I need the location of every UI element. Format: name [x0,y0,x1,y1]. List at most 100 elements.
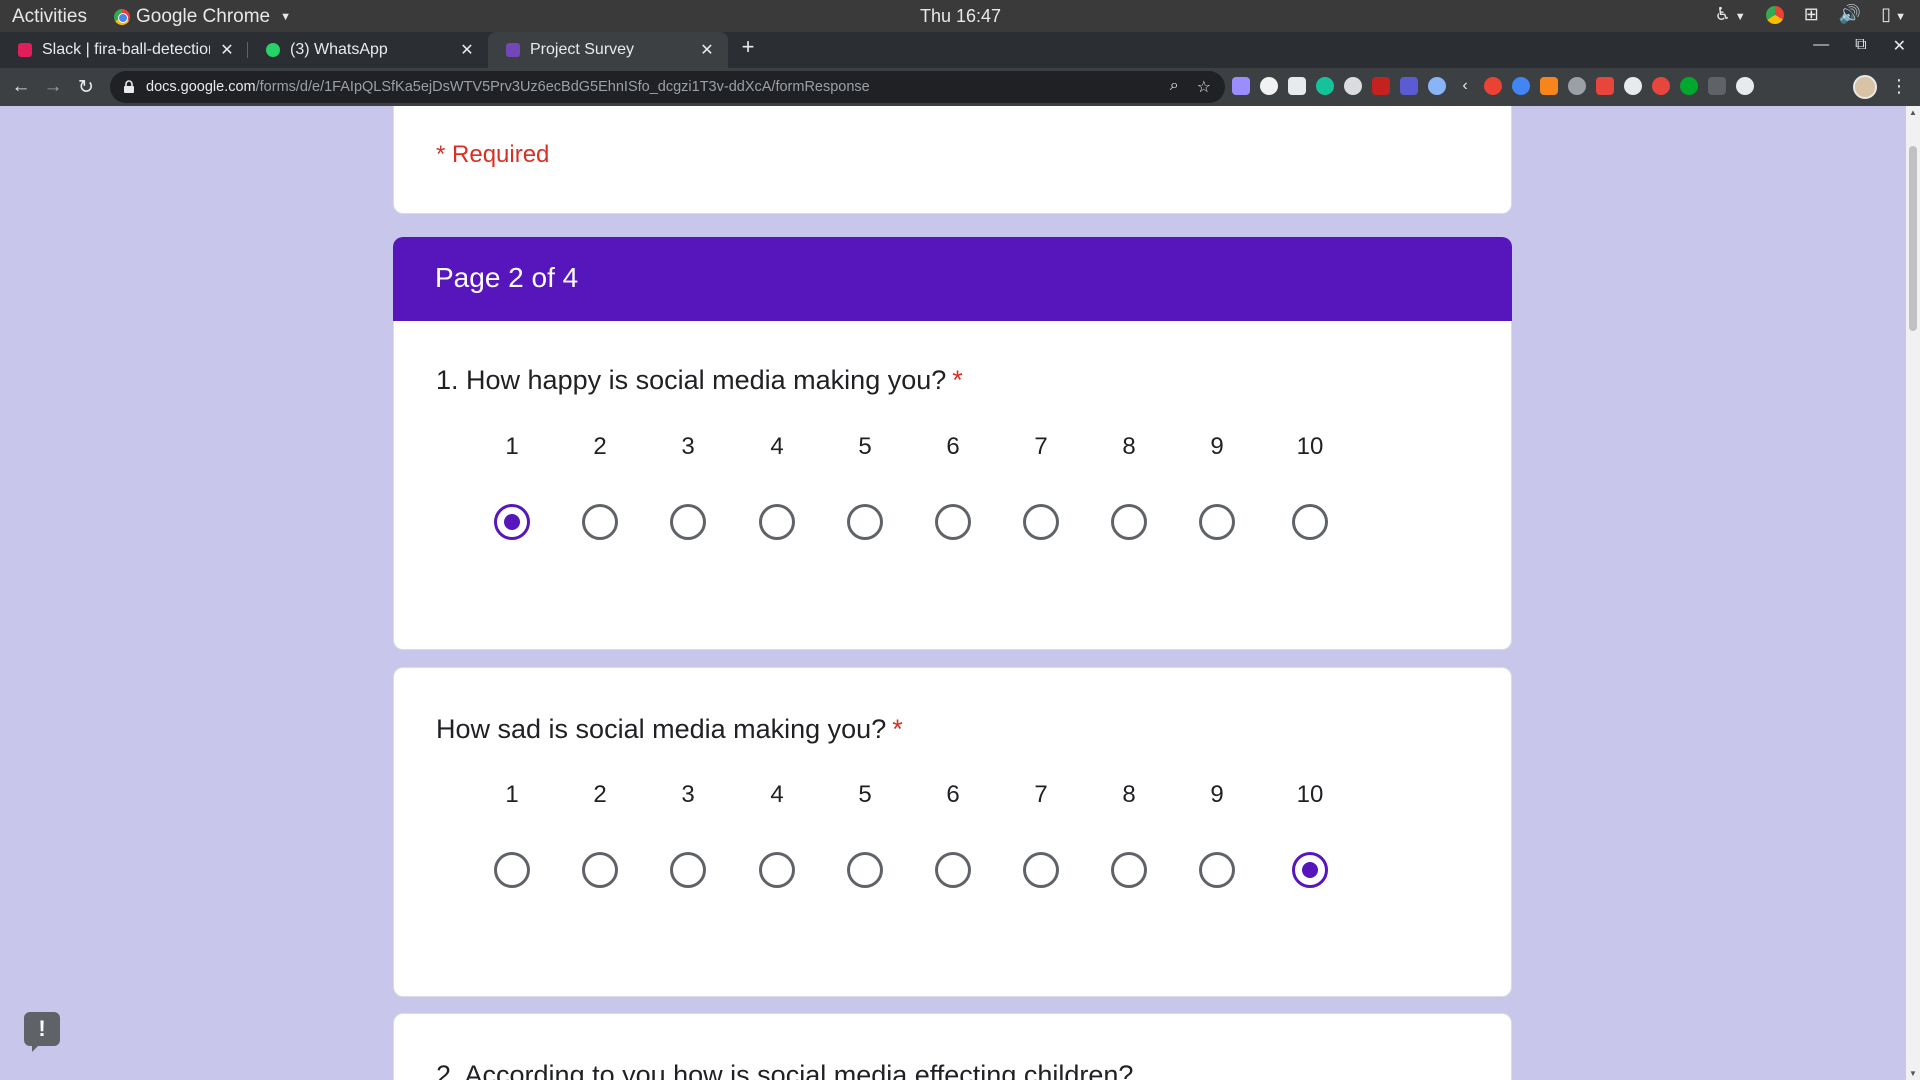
extension-icon[interactable] [1484,77,1502,95]
extension-icon[interactable] [1260,77,1278,95]
evernote-icon[interactable] [1680,77,1698,95]
scale-label: 10 [1296,433,1324,460]
scale-label: 8 [1122,433,1136,460]
extension-icon[interactable] [1512,77,1530,95]
scale-radio-10[interactable] [1292,852,1328,888]
extension-icon[interactable] [1288,77,1306,95]
scale-radio-10[interactable] [1292,504,1328,540]
accessibility-icon[interactable]: ♿ ▼ [1715,4,1746,25]
scale-label: 2 [593,433,607,460]
volume-icon[interactable]: 🔊 [1839,4,1861,25]
scale-radio-1[interactable] [494,852,530,888]
scale-label: 4 [770,433,784,460]
scale-label: 6 [946,433,960,460]
extensions-bar: ‹ [1232,77,1754,95]
scale-radio-8[interactable] [1111,504,1147,540]
scale-radio-5[interactable] [847,504,883,540]
scale-label: 3 [681,781,695,808]
scale-radio-6[interactable] [935,504,971,540]
scrollbar-thumb[interactable] [1909,146,1917,331]
extension-icon[interactable] [1596,77,1614,95]
scale-label: 6 [946,781,960,808]
scale-label: 1 [505,781,519,808]
address-bar[interactable]: docs.google.com/forms/d/e/1FAIpQLSfKa5ej… [110,71,1225,103]
extension-icon[interactable] [1428,77,1446,95]
scale-radio-5[interactable] [847,852,883,888]
extension-icon[interactable] [1708,77,1726,95]
tab-title: (3) WhatsApp [290,41,388,58]
scale-radio-1[interactable] [494,504,530,540]
scale-radio-6[interactable] [935,852,971,888]
new-tab-button[interactable]: + [736,34,760,60]
bookmark-star-icon[interactable]: ☆ [1197,77,1211,97]
extension-icon[interactable] [1232,77,1250,95]
profile-avatar[interactable] [1853,75,1877,99]
scale-label: 10 [1296,781,1324,808]
required-asterisk: * [892,714,903,744]
required-note: * Required [436,141,550,168]
question-card: 1. How happy is social media making you?… [393,321,1512,650]
more-menu-icon[interactable]: ⋮ [1890,76,1908,97]
close-window-icon[interactable]: ✕ [1893,36,1906,56]
forward-icon[interactable]: → [42,76,64,98]
feedback-button[interactable]: ! [24,1012,60,1052]
system-tray[interactable]: ♿ ▼ ⊞ 🔊 ▯ ▼ [1715,4,1906,25]
scroll-up-icon[interactable]: ▲ [1909,108,1917,117]
scale-radio-9[interactable] [1199,504,1235,540]
google-forms-icon [506,43,520,57]
extension-icon[interactable] [1624,77,1642,95]
battery-icon[interactable]: ▯ ▼ [1881,4,1906,25]
tab-whatsapp[interactable]: (3) WhatsApp ✕ [248,32,488,68]
app-menu[interactable]: Google Chrome ▼ [114,6,291,28]
question-text: How sad is social media making you? [436,714,887,744]
close-icon[interactable]: ✕ [698,40,716,60]
activities-button[interactable]: Activities [12,6,87,28]
scale-label: 2 [593,781,607,808]
scale-radio-3[interactable] [670,504,706,540]
page-label: Page 2 of 4 [435,262,579,293]
cloud-icon[interactable] [1736,77,1754,95]
close-icon[interactable]: ✕ [218,40,236,60]
chevron-down-icon: ▼ [280,11,292,23]
adblock-icon[interactable] [1372,77,1390,95]
back-icon[interactable]: ← [10,76,32,98]
metamask-icon[interactable] [1540,77,1558,95]
scale-radio-8[interactable] [1111,852,1147,888]
extension-icon[interactable] [1344,77,1362,95]
scale-label: 9 [1210,433,1224,460]
scale-radio-3[interactable] [670,852,706,888]
scale-radio-2[interactable] [582,852,618,888]
zoom-icon[interactable]: ⌕ [1170,77,1179,97]
tab-strip: Slack | fira-ball-detection ✕ (3) WhatsA… [0,32,1920,68]
tab-project-survey[interactable]: Project Survey ✕ [488,32,728,68]
scroll-down-icon[interactable]: ▼ [1909,1069,1917,1078]
extension-icon[interactable]: ‹ [1456,77,1474,95]
minimize-icon[interactable]: — [1813,36,1829,56]
scrollbar[interactable]: ▲ ▼ [1906,106,1920,1080]
scale-radio-7[interactable] [1023,852,1059,888]
required-asterisk: * [952,365,963,395]
restore-icon[interactable]: ⧉ [1855,36,1866,56]
chrome-tray-icon[interactable] [1765,5,1784,24]
browser-toolbar: ← → ↻ docs.google.com/forms/d/e/1FAIpQLS… [0,68,1920,106]
extension-icon[interactable] [1652,77,1670,95]
close-icon[interactable]: ✕ [458,40,476,60]
question-title: 2. According to you how is social media … [436,1060,1133,1080]
extension-icon[interactable] [1568,77,1586,95]
chrome-icon [114,9,130,25]
extension-icon[interactable] [1400,77,1418,95]
network-icon[interactable]: ⊞ [1804,4,1819,25]
reload-icon[interactable]: ↻ [75,76,97,99]
tab-slack[interactable]: Slack | fira-ball-detection ✕ [0,32,248,68]
form-header-card: * Required [393,106,1512,214]
scale-label: 1 [505,433,519,460]
clock[interactable]: Thu 16:47 [920,6,1001,27]
scale-label: 5 [858,433,872,460]
scale-radio-2[interactable] [582,504,618,540]
scale-radio-9[interactable] [1199,852,1235,888]
scale-label: 4 [770,781,784,808]
scale-radio-7[interactable] [1023,504,1059,540]
grammarly-icon[interactable] [1316,77,1334,95]
scale-radio-4[interactable] [759,504,795,540]
scale-radio-4[interactable] [759,852,795,888]
